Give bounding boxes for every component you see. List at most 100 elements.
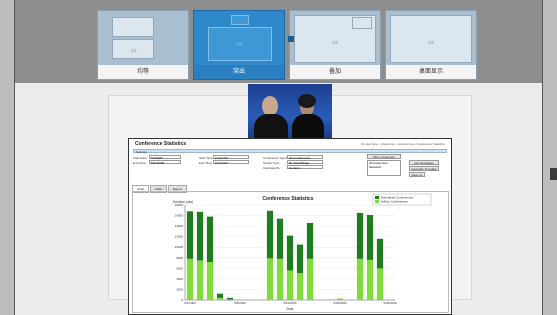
bar-adhoc (286, 270, 294, 300)
layout-overlay-label: 叠加 (290, 65, 380, 79)
y-tick-label: 16000 (175, 214, 184, 218)
breadcrumb: You are here: › Reporting › Conferences … (360, 142, 445, 146)
y-tick-label: 6000 (176, 266, 183, 270)
bar-adhoc (186, 258, 194, 300)
filter-customers-button[interactable]: Filter Customers (367, 154, 401, 159)
start-date-input[interactable]: 5/1/2006 (149, 155, 181, 160)
end-date-input[interactable]: 5/31/2006 (149, 160, 181, 165)
layout-overlay-preview-pip (352, 17, 372, 29)
calculate-by-value: Duration (289, 166, 301, 170)
bar-scheduled (186, 211, 194, 259)
bar-scheduled (296, 244, 304, 274)
layout-desktop-button[interactable]: ▭ 桌面显示 (385, 10, 477, 80)
bar-scheduled (376, 238, 384, 269)
chart-area: Conference Statistics Duration (min) Date 0… (132, 191, 449, 313)
bar-scheduled (366, 215, 374, 260)
layout-equal-preview-top (112, 17, 154, 37)
conference-types-label: Conference Types: (263, 156, 289, 160)
layout-desktop-label: 桌面显示 (386, 65, 476, 79)
customers-list[interactable]: All Customers Selected (367, 160, 401, 176)
y-tick-label: 8000 (176, 256, 183, 260)
legend-swatch (375, 196, 379, 199)
link-connector (288, 36, 294, 42)
calculate-by-label: Calculate By: (263, 166, 281, 170)
end-date-label: End Date: (133, 161, 147, 165)
side-panel-handle[interactable] (550, 168, 557, 180)
laptop-icon: ▭ (237, 42, 243, 48)
end-time-label: End Time: (199, 161, 213, 165)
settings-bar: Settings (133, 149, 447, 154)
layout-prominent-preview-small (231, 15, 249, 25)
output-type-label: Output Type: (263, 161, 281, 165)
generate-template-button[interactable]: Generate Template (409, 166, 439, 171)
bar-adhoc (216, 297, 224, 300)
report-title: Conference Statistics (135, 141, 187, 147)
bar-adhoc (226, 299, 234, 300)
bar-adhoc (206, 262, 214, 300)
start-time-select[interactable]: 12:00 AM (213, 155, 249, 160)
laptop-icon: ▭ (131, 48, 137, 54)
start-time-label: Start Time: (199, 156, 214, 160)
bar-adhoc (346, 299, 354, 300)
bar-scheduled (276, 218, 284, 259)
laptop-icon: ▭ (332, 40, 338, 46)
y-tick-label: 12000 (175, 235, 184, 239)
app-window: ▭ 均等 ▭ 突出 ▭ 叠加 ▭ 桌面显示 Conference Statist… (0, 0, 557, 315)
bar-adhoc (276, 258, 284, 300)
participant-video[interactable] (248, 84, 332, 140)
layout-selector: ▭ 均等 ▭ 突出 ▭ 叠加 ▭ 桌面显示 (97, 10, 477, 80)
settings-bar-label: Settings (136, 150, 147, 154)
end-time-value: 12:00 AM (215, 161, 228, 165)
x-tick-label: 5/15/2006 (283, 301, 297, 305)
x-axis-label: Date (287, 307, 294, 311)
x-tick-label: 5/1/2006 (184, 301, 196, 305)
conference-statistics-chart: Conference StatisticsDuration (min)Date0… (173, 193, 432, 311)
x-tick-label: 5/22/2006 (333, 301, 347, 305)
layout-equal-label: 均等 (98, 65, 188, 79)
bar-adhoc (366, 259, 374, 300)
output-type-select[interactable]: By Total Bridge (287, 160, 323, 165)
layout-prominent-label: 突出 (194, 65, 284, 79)
get-templates-button[interactable]: Get Templates (409, 160, 439, 165)
y-tick-label: 4000 (176, 277, 183, 281)
y-tick-label: 2000 (176, 287, 183, 291)
end-time-select[interactable]: 12:00 AM (213, 160, 249, 165)
x-tick-label: 5/29/2006 (383, 301, 397, 305)
end-date-value: 5/31/2006 (151, 161, 165, 165)
bar-scheduled (266, 210, 274, 259)
conference-types-select[interactable]: All Conferences (287, 155, 323, 160)
bar-scheduled (196, 211, 204, 261)
chart-title: Conference Statistics (262, 196, 313, 202)
bar-adhoc (376, 268, 384, 300)
y-tick-label: 14000 (175, 224, 184, 228)
shared-application-window[interactable]: Conference Statistics You are here: › Re… (128, 138, 452, 315)
participant-woman-hair (298, 94, 316, 108)
x-tick-label: 5/8/2006 (234, 301, 246, 305)
participant-man (262, 96, 278, 116)
bar-adhoc (296, 273, 304, 300)
bar-scheduled (216, 293, 224, 298)
start-date-label: Start Date: (133, 156, 148, 160)
layout-equal-button[interactable]: ▭ 均等 (97, 10, 189, 80)
bar-scheduled (306, 222, 314, 259)
y-tick-label: 18000 (175, 203, 184, 207)
laptop-icon: ▭ (428, 40, 434, 46)
legend-label: AdHoc Conferences (381, 200, 408, 204)
calculate-by-select[interactable]: Duration (287, 165, 323, 170)
bar-scheduled (356, 212, 364, 259)
bar-scheduled (286, 235, 294, 271)
customers-list-text: All Customers Selected (369, 161, 388, 169)
bar-adhoc (196, 260, 204, 300)
layout-overlay-button[interactable]: ▭ 叠加 (289, 10, 381, 80)
bar-adhoc (306, 258, 314, 300)
y-tick-label: 0 (181, 298, 183, 302)
save-as-button[interactable]: Save As (409, 172, 425, 177)
bar-adhoc (356, 258, 364, 300)
legend-swatch (375, 200, 379, 203)
bar-scheduled (226, 297, 234, 300)
y-tick-label: 10000 (175, 245, 184, 249)
participant-man-body (254, 114, 288, 140)
layout-prominent-button[interactable]: ▭ 突出 (193, 10, 285, 80)
bar-adhoc (336, 298, 344, 300)
participant-woman-body (292, 114, 324, 140)
